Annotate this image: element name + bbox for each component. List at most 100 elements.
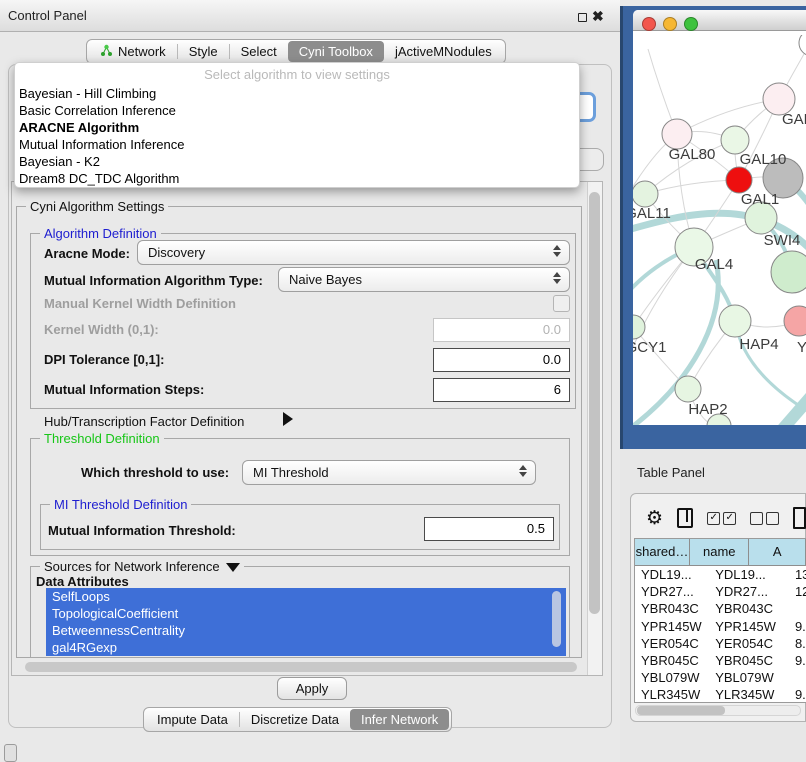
dropdown-item-bayesian-hill-climbing[interactable]: Bayesian - Hill Climbing xyxy=(15,85,579,102)
cyni-settings-title: Cyni Algorithm Settings xyxy=(26,199,168,214)
control-panel-title: Control Panel xyxy=(8,8,87,23)
network-node[interactable] xyxy=(771,251,806,293)
mi-steps-field[interactable]: 6 xyxy=(433,378,570,402)
settings-hscrollbar-thumb[interactable] xyxy=(25,662,577,672)
hub-section-toggle[interactable]: Hub/Transcription Factor Definition xyxy=(44,414,244,429)
apply-button[interactable]: Apply xyxy=(277,677,347,700)
table-cell: 13 xyxy=(789,566,806,583)
table-row[interactable]: YBR045CYBR045C9. xyxy=(635,652,806,669)
column-header-name[interactable]: name xyxy=(690,539,749,565)
table-cell: YDL19... xyxy=(709,566,789,583)
network-node[interactable] xyxy=(784,306,806,336)
which-threshold-combo[interactable]: MI Threshold xyxy=(242,460,536,485)
mi-steps-label: Mutual Information Steps: xyxy=(44,382,204,397)
sources-group-title[interactable]: Sources for Network Inference xyxy=(40,559,244,574)
attribute-item-topologicalcoefficient[interactable]: TopologicalCoefficient xyxy=(46,605,566,622)
table-cell: YBR045C xyxy=(635,652,709,669)
table-row[interactable]: YPR145WYPR145W9. xyxy=(635,618,806,635)
dropdown-item-aracne-algorithm[interactable]: ARACNE Algorithm xyxy=(15,119,579,136)
unchecked-pair-icon[interactable] xyxy=(750,512,779,525)
kernel-width-label: Kernel Width (0,1): xyxy=(44,322,159,337)
tab-network[interactable]: Network xyxy=(89,41,177,62)
tab-discretize-data[interactable]: Discretize Data xyxy=(240,709,350,730)
table-row[interactable]: YBR043CYBR043C xyxy=(635,600,806,617)
tab-label: Cyni Toolbox xyxy=(299,44,373,59)
table-hscrollbar-thumb[interactable] xyxy=(637,706,725,715)
settings-vscrollbar-thumb[interactable] xyxy=(589,192,600,614)
table-cell: YPR145W xyxy=(709,618,789,635)
manual-kernel-label: Manual Kernel Width Definition xyxy=(44,296,236,311)
manual-kernel-checkbox[interactable] xyxy=(553,295,570,312)
mi-threshold-group-title: MI Threshold Definition xyxy=(50,497,191,512)
network-node-label: GAL11 xyxy=(633,205,671,222)
expand-right-icon[interactable] xyxy=(283,412,293,426)
close-icon[interactable]: ✖ xyxy=(592,8,604,24)
dropdown-item-bayesian-k2[interactable]: Bayesian - K2 xyxy=(15,153,579,170)
dropdown-item-dream8-dc-tdc-algorithm[interactable]: Dream8 DC_TDC Algorithm xyxy=(15,170,579,187)
dropdown-placeholder: Select algorithm to view settings xyxy=(15,65,579,85)
attribute-list-scrollbar[interactable] xyxy=(552,591,561,647)
mi-threshold-field[interactable]: 0.5 xyxy=(424,517,554,541)
table-header-row: shared…nameA xyxy=(635,539,806,566)
attribute-item-selfloops[interactable]: SelfLoops xyxy=(46,588,566,605)
network-node[interactable] xyxy=(633,315,645,339)
network-node-label: GAL xyxy=(782,111,806,128)
table-cell: 9. xyxy=(789,686,806,703)
table-row[interactable]: YDL19...YDL19...13 xyxy=(635,566,806,583)
algorithm-dropdown-popup: Select algorithm to view settings Bayesi… xyxy=(14,62,580,188)
dropdown-item-mutual-information-inference[interactable]: Mutual Information Inference xyxy=(15,136,579,153)
network-canvas[interactable]: GALGAL80GAL10GAL1GAL11SWI4GAL4GCY1HAP4YH… xyxy=(633,32,806,425)
collapse-down-icon[interactable] xyxy=(226,563,240,572)
attribute-item-betweennesscentrality[interactable]: BetweennessCentrality xyxy=(46,622,566,639)
table-cell: YLR345W xyxy=(709,686,789,703)
kernel-width-field[interactable]: 0.0 xyxy=(433,318,570,342)
tab-label: jActiveMNodules xyxy=(395,44,492,59)
tab-select[interactable]: Select xyxy=(230,41,288,62)
network-node[interactable] xyxy=(662,119,692,149)
network-node-label: Y xyxy=(797,339,806,356)
column-header-shared-[interactable]: shared… xyxy=(635,539,690,565)
tab-infer-network[interactable]: Infer Network xyxy=(350,709,449,730)
float-icon[interactable] xyxy=(578,13,587,22)
zoom-light[interactable] xyxy=(684,17,698,31)
network-node[interactable] xyxy=(726,167,752,193)
data-attributes-label: Data Attributes xyxy=(36,574,129,589)
columns-icon[interactable] xyxy=(677,508,693,528)
network-node[interactable] xyxy=(675,376,701,402)
table-cell: YBR045C xyxy=(709,652,789,669)
network-edge-highlighted xyxy=(760,393,806,425)
table-cell xyxy=(789,669,806,686)
dropdown-item-basic-correlation-inference[interactable]: Basic Correlation Inference xyxy=(15,102,579,119)
checked-pair-icon[interactable]: ✓ ✓ xyxy=(707,512,736,525)
gear-icon[interactable]: ⚙ xyxy=(646,508,663,528)
tab-style[interactable]: Style xyxy=(178,41,229,62)
table-cell: YPR145W xyxy=(635,618,709,635)
dock-icon[interactable] xyxy=(4,744,17,762)
control-panel-titlebar xyxy=(0,0,620,32)
tab-cyni-toolbox[interactable]: Cyni Toolbox xyxy=(288,41,384,62)
table-row[interactable]: YDR27...YDR27...12 xyxy=(635,583,806,600)
mi-type-combo[interactable]: Naive Bayes xyxy=(278,267,570,292)
table-row[interactable]: YER054CYER054C8. xyxy=(635,635,806,652)
table-cell: YBR043C xyxy=(709,600,789,617)
network-node[interactable] xyxy=(719,305,751,337)
tab-impute-data[interactable]: Impute Data xyxy=(146,709,239,730)
tab-label: Select xyxy=(241,44,277,59)
table-row[interactable]: YLR345WYLR345W9. xyxy=(635,686,806,703)
aracne-mode-combo[interactable]: Discovery xyxy=(137,240,570,265)
network-node[interactable] xyxy=(633,181,658,207)
table-cell: YDR27... xyxy=(635,583,709,600)
table-cell: 9. xyxy=(789,652,806,669)
file-icon[interactable] xyxy=(793,507,806,529)
table-row[interactable]: YBL079WYBL079W xyxy=(635,669,806,686)
network-node-label: GAL1 xyxy=(741,191,779,208)
close-light[interactable] xyxy=(642,17,656,31)
column-header-a[interactable]: A xyxy=(749,539,806,565)
dpi-tolerance-field[interactable]: 0.0 xyxy=(433,348,570,372)
network-node[interactable] xyxy=(721,126,749,154)
attribute-item-gal4rgexp[interactable]: gal4RGexp xyxy=(46,639,566,656)
minimize-light[interactable] xyxy=(663,17,677,31)
tab-jactivemnodules[interactable]: jActiveMNodules xyxy=(384,41,503,62)
network-node[interactable] xyxy=(799,35,806,56)
network-titlebar[interactable] xyxy=(633,10,806,31)
